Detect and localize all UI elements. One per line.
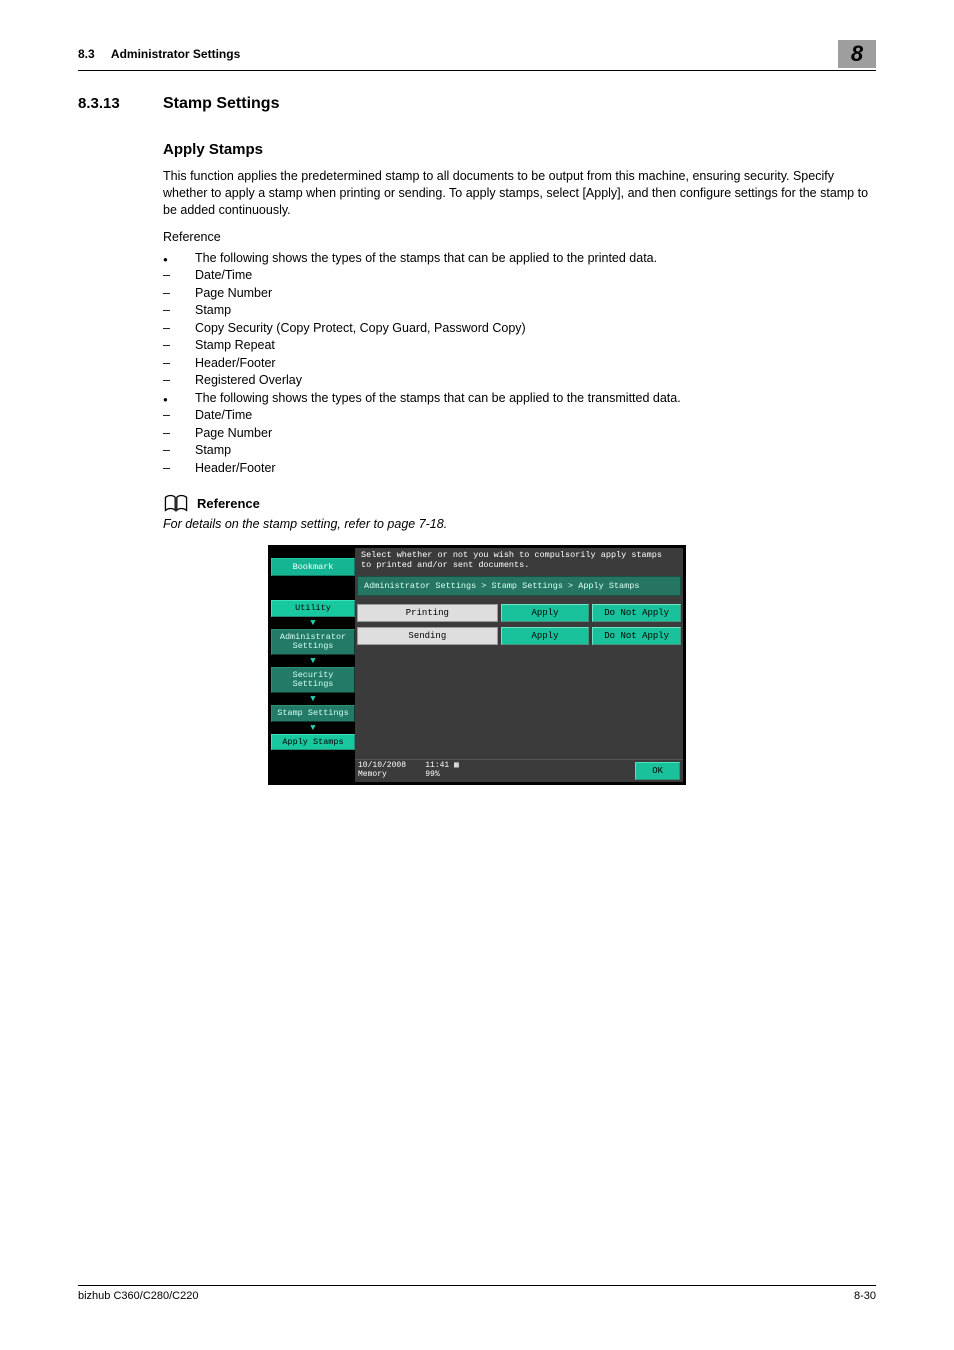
do-not-apply-button[interactable]: Do Not Apply xyxy=(592,604,681,622)
section-title: Stamp Settings xyxy=(163,95,279,113)
list-item: Date/Time xyxy=(163,407,876,425)
device-status-bar: 10/10/2008 11:41 ▦ Memory 99% OK xyxy=(355,759,683,782)
book-icon xyxy=(163,493,189,513)
footer-model: bizhub C360/C280/C220 xyxy=(78,1290,198,1302)
section-number: 8.3.13 xyxy=(78,95,163,112)
header-section-ref: 8.3 xyxy=(78,47,95,61)
list-item: Stamp xyxy=(163,302,876,320)
reference-heading: Reference xyxy=(197,496,260,511)
chapter-number-box: 8 xyxy=(838,40,876,68)
down-arrow-icon: ▼ xyxy=(271,619,355,627)
option-label: Sending xyxy=(357,627,498,645)
list-item: Header/Footer xyxy=(163,460,876,478)
status-memory-value: 99% xyxy=(425,770,439,779)
option-row: SendingApplyDo Not Apply xyxy=(357,627,681,645)
list-item: Header/Footer xyxy=(163,355,876,373)
list-item: Stamp xyxy=(163,442,876,460)
list-item: The following shows the types of the sta… xyxy=(163,390,876,408)
sidebar-admin-settings[interactable]: AdministratorSettings xyxy=(271,629,355,655)
stamp-types-list: The following shows the types of the sta… xyxy=(163,250,876,478)
device-option-rows: PrintingApplyDo Not ApplySendingApplyDo … xyxy=(355,598,683,656)
sidebar-stamp-settings[interactable]: Stamp Settings xyxy=(271,705,355,722)
sidebar-utility[interactable]: Utility xyxy=(271,600,355,617)
sidebar-bookmark[interactable]: Bookmark xyxy=(271,558,355,576)
list-item: Date/Time xyxy=(163,267,876,285)
reference-label: Reference xyxy=(163,229,876,246)
down-arrow-icon: ▼ xyxy=(271,657,355,665)
list-item: Page Number xyxy=(163,425,876,443)
list-item: The following shows the types of the sta… xyxy=(163,250,876,268)
device-sidebar: Bookmark Utility ▼ AdministratorSettings… xyxy=(271,548,355,782)
subheading-apply-stamps: Apply Stamps xyxy=(163,141,876,158)
down-arrow-icon: ▼ xyxy=(271,724,355,732)
status-time: 11:41 xyxy=(425,761,449,770)
apply-button[interactable]: Apply xyxy=(501,604,590,622)
do-not-apply-button[interactable]: Do Not Apply xyxy=(592,627,681,645)
sidebar-security-settings[interactable]: SecuritySettings xyxy=(271,667,355,693)
footer-page: 8-30 xyxy=(854,1290,876,1302)
device-breadcrumb: Administrator Settings > Stamp Settings … xyxy=(357,576,681,596)
list-item: Stamp Repeat xyxy=(163,337,876,355)
list-item: Registered Overlay xyxy=(163,372,876,390)
list-item: Page Number xyxy=(163,285,876,303)
page-footer: bizhub C360/C280/C220 8-30 xyxy=(78,1285,876,1302)
reference-text: For details on the stamp setting, refer … xyxy=(163,517,876,531)
status-memory-label: Memory xyxy=(358,770,387,779)
option-label: Printing xyxy=(357,604,498,622)
apply-button[interactable]: Apply xyxy=(501,627,590,645)
device-instruction: Select whether or not you wish to compul… xyxy=(355,548,683,574)
sidebar-apply-stamps[interactable]: Apply Stamps xyxy=(271,734,355,751)
option-row: PrintingApplyDo Not Apply xyxy=(357,604,681,622)
device-main: Select whether or not you wish to compul… xyxy=(355,548,683,782)
section-heading: 8.3.13 Stamp Settings xyxy=(78,95,876,113)
running-header: 8.3 Administrator Settings 8 xyxy=(78,40,876,71)
down-arrow-icon: ▼ xyxy=(271,695,355,703)
device-screenshot: Bookmark Utility ▼ AdministratorSettings… xyxy=(268,545,686,785)
description-paragraph: This function applies the predetermined … xyxy=(163,168,876,219)
header-section-name: Administrator Settings xyxy=(111,47,240,61)
status-date: 10/10/2008 xyxy=(358,761,406,770)
list-item: Copy Security (Copy Protect, Copy Guard,… xyxy=(163,320,876,338)
reference-callout: Reference xyxy=(163,493,876,513)
ok-button[interactable]: OK xyxy=(635,762,680,780)
